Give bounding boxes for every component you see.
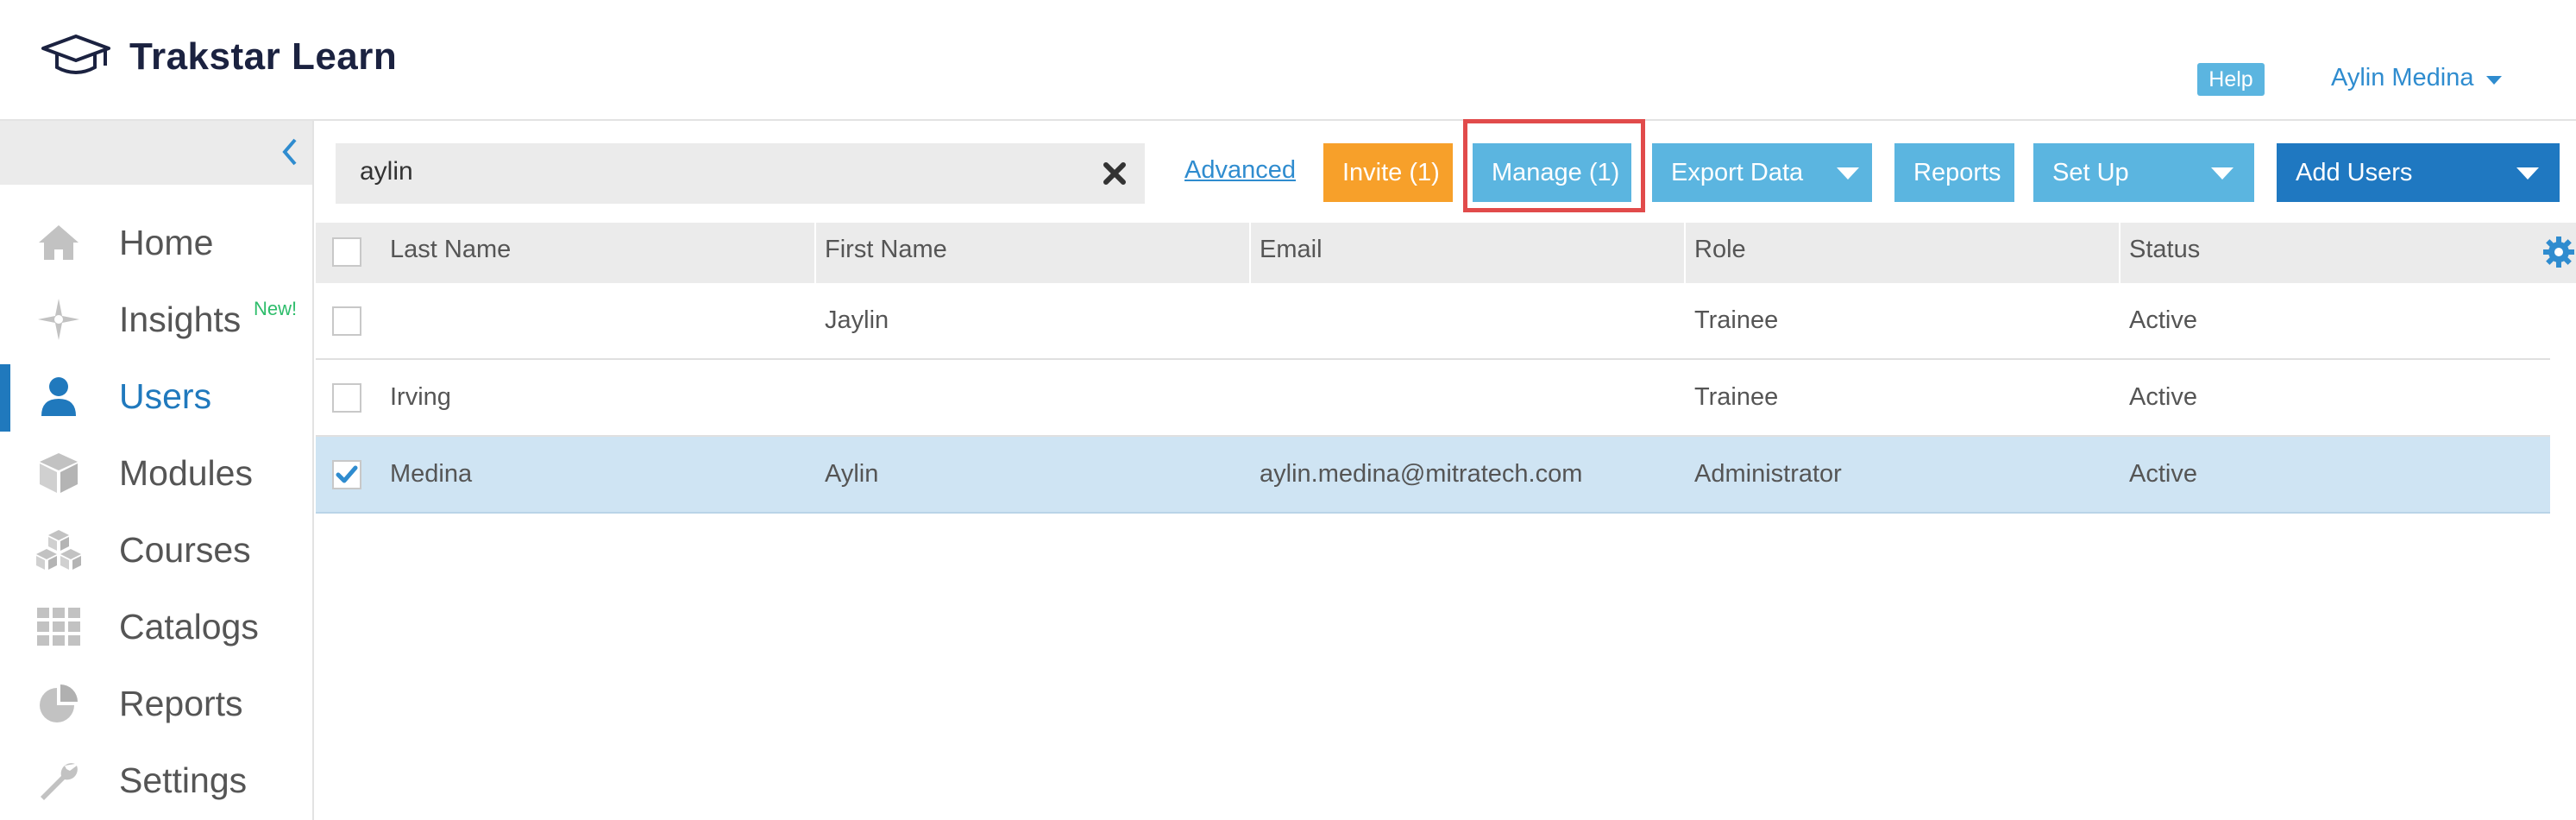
column-divider (1249, 223, 1251, 283)
column-header-role[interactable]: Role (1694, 236, 1746, 264)
row-checkbox[interactable] (332, 383, 361, 413)
advanced-search-link[interactable]: Advanced (1184, 156, 1296, 185)
column-divider (814, 223, 816, 283)
sidebar-item-label: Reports (119, 684, 243, 723)
sidebar-item-label: Users (119, 376, 212, 416)
pie-chart-icon (35, 682, 83, 725)
manage-label: Manage (1) (1492, 159, 1620, 186)
cell-last-name: Irving (390, 383, 451, 411)
sidebar-item-catalogs[interactable]: Catalogs (0, 590, 312, 666)
sidebar-item-label: Modules (119, 453, 253, 493)
cell-role: Administrator (1694, 460, 1842, 488)
set-up-button[interactable]: Set Up (2033, 143, 2254, 202)
graduation-cap-icon (41, 35, 110, 74)
sidebar-collapse-bar[interactable] (0, 121, 312, 185)
home-icon (35, 221, 83, 264)
wrench-icon (35, 759, 83, 802)
table-row[interactable]: Jaylin Trainee Active (316, 283, 2550, 360)
export-data-button[interactable]: Export Data (1652, 143, 1872, 202)
invite-button[interactable]: Invite (1) (1323, 143, 1453, 202)
clear-search-icon[interactable] (1102, 161, 1128, 186)
brand-logo[interactable]: Trakstar Learn (40, 33, 397, 81)
select-all-checkbox[interactable] (332, 237, 361, 267)
sidebar-item-label: Settings (119, 760, 248, 800)
row-checkbox-checked[interactable] (332, 460, 361, 489)
sidebar-item-users[interactable]: Users (0, 359, 312, 436)
new-badge: New! (254, 298, 298, 319)
sidebar-item-home[interactable]: Home (0, 205, 312, 282)
cubes-icon (35, 528, 83, 571)
cell-email: aylin.medina@mitratech.com (1260, 460, 1583, 488)
sidebar-item-settings[interactable]: Settings (0, 743, 312, 820)
search-input[interactable]: aylin (336, 143, 1145, 204)
caret-down-icon (1837, 167, 1859, 180)
export-label: Export Data (1671, 159, 1804, 186)
active-indicator (0, 364, 10, 432)
cell-first-name: Jaylin (825, 306, 889, 334)
search-value: aylin (360, 157, 413, 186)
sidebar-nav: Home Insights New! Users Modules Courses… (0, 205, 312, 820)
cell-role: Trainee (1694, 306, 1779, 334)
chevron-left-icon[interactable] (274, 136, 305, 167)
sidebar-item-reports[interactable]: Reports (0, 666, 312, 743)
gear-icon[interactable] (2541, 235, 2576, 269)
sidebar-item-modules[interactable]: Modules (0, 436, 312, 513)
setup-label: Set Up (2052, 159, 2129, 186)
table-row-selected[interactable]: Medina Aylin aylin.medina@mitratech.com … (316, 437, 2550, 514)
sidebar-item-label: Insights (119, 300, 242, 339)
column-header-status[interactable]: Status (2129, 236, 2200, 264)
manage-button[interactable]: Manage (1) (1473, 143, 1631, 202)
column-header-email[interactable]: Email (1260, 236, 1323, 264)
checkmark-icon (336, 465, 358, 483)
cube-icon (35, 451, 83, 495)
invite-label: Invite (1) (1342, 159, 1440, 186)
sidebar-item-label: Courses (119, 530, 251, 570)
table-row[interactable]: Irving Trainee Active (316, 360, 2550, 437)
sidebar-item-label: Catalogs (119, 607, 259, 647)
app-header: Trakstar Learn Help Aylin Medina (0, 0, 2576, 121)
cell-first-name: Aylin (825, 460, 879, 488)
reports-button[interactable]: Reports (1894, 143, 2014, 202)
user-icon (35, 375, 83, 418)
user-menu[interactable]: Aylin Medina (2331, 64, 2502, 92)
sidebar-item-insights[interactable]: Insights New! (0, 282, 312, 359)
user-name: Aylin Medina (2331, 64, 2474, 91)
help-button[interactable]: Help (2197, 63, 2265, 96)
cell-status: Active (2129, 306, 2197, 334)
cell-status: Active (2129, 383, 2197, 411)
column-divider (2119, 223, 2120, 283)
cell-last-name: Medina (390, 460, 473, 488)
sidebar: Home Insights New! Users Modules Courses… (0, 121, 314, 820)
column-header-first-name[interactable]: First Name (825, 236, 947, 264)
cell-role: Trainee (1694, 383, 1779, 411)
add-users-label: Add Users (2296, 159, 2413, 186)
column-header-last-name[interactable]: Last Name (390, 236, 511, 264)
sidebar-item-label: Home (119, 223, 214, 262)
reports-label: Reports (1913, 159, 2001, 186)
grid-icon (35, 605, 83, 648)
add-users-button[interactable]: Add Users (2277, 143, 2560, 202)
row-checkbox[interactable] (332, 306, 361, 336)
caret-down-icon (2516, 167, 2539, 180)
cell-status: Active (2129, 460, 2197, 488)
caret-down-icon (2485, 75, 2502, 85)
table-header: Last Name First Name Email Role Status (316, 223, 2576, 283)
caret-down-icon (2211, 167, 2234, 180)
brand-name: Trakstar Learn (129, 35, 398, 78)
sidebar-item-courses[interactable]: Courses (0, 513, 312, 590)
column-divider (1684, 223, 1686, 283)
insights-icon (35, 298, 83, 341)
